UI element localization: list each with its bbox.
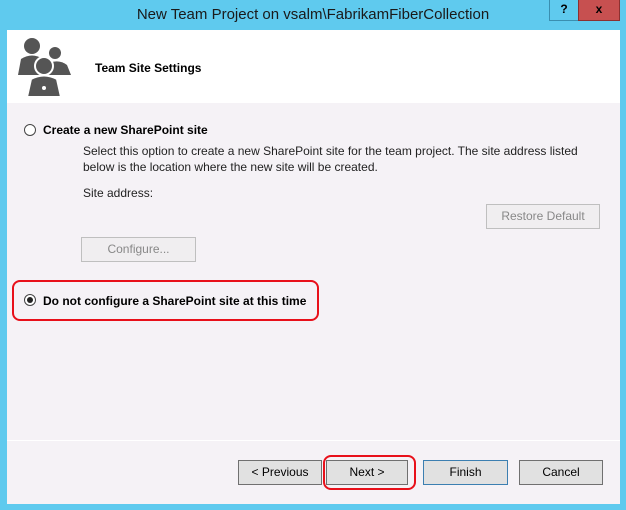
no-sharepoint-label[interactable]: Do not configure a SharePoint site at th…: [43, 294, 306, 308]
close-button[interactable]: x: [578, 0, 620, 21]
finish-button[interactable]: Finish: [423, 460, 508, 485]
create-sharepoint-label[interactable]: Create a new SharePoint site: [43, 123, 208, 137]
site-address-label: Site address:: [83, 186, 154, 200]
create-sharepoint-radio[interactable]: [24, 124, 36, 136]
configure-button[interactable]: Configure...: [81, 237, 196, 262]
previous-button[interactable]: < Previous: [238, 460, 322, 485]
team-people-icon: [18, 38, 71, 97]
restore-default-button[interactable]: Restore Default: [486, 204, 600, 229]
footer-divider: [7, 440, 620, 441]
create-description: Select this option to create a new Share…: [83, 144, 578, 174]
help-button[interactable]: ?: [549, 0, 579, 21]
next-highlight-annotation: [323, 455, 416, 490]
no-sharepoint-radio[interactable]: [24, 294, 36, 306]
dialog-client: Team Site Settings Create a new SharePoi…: [7, 30, 620, 504]
page-title: Team Site Settings: [95, 61, 202, 75]
cancel-button[interactable]: Cancel: [519, 460, 603, 485]
wizard-header: Team Site Settings: [7, 30, 620, 103]
window-title: New Team Project on vsalm\FabrikamFiberC…: [136, 6, 490, 23]
